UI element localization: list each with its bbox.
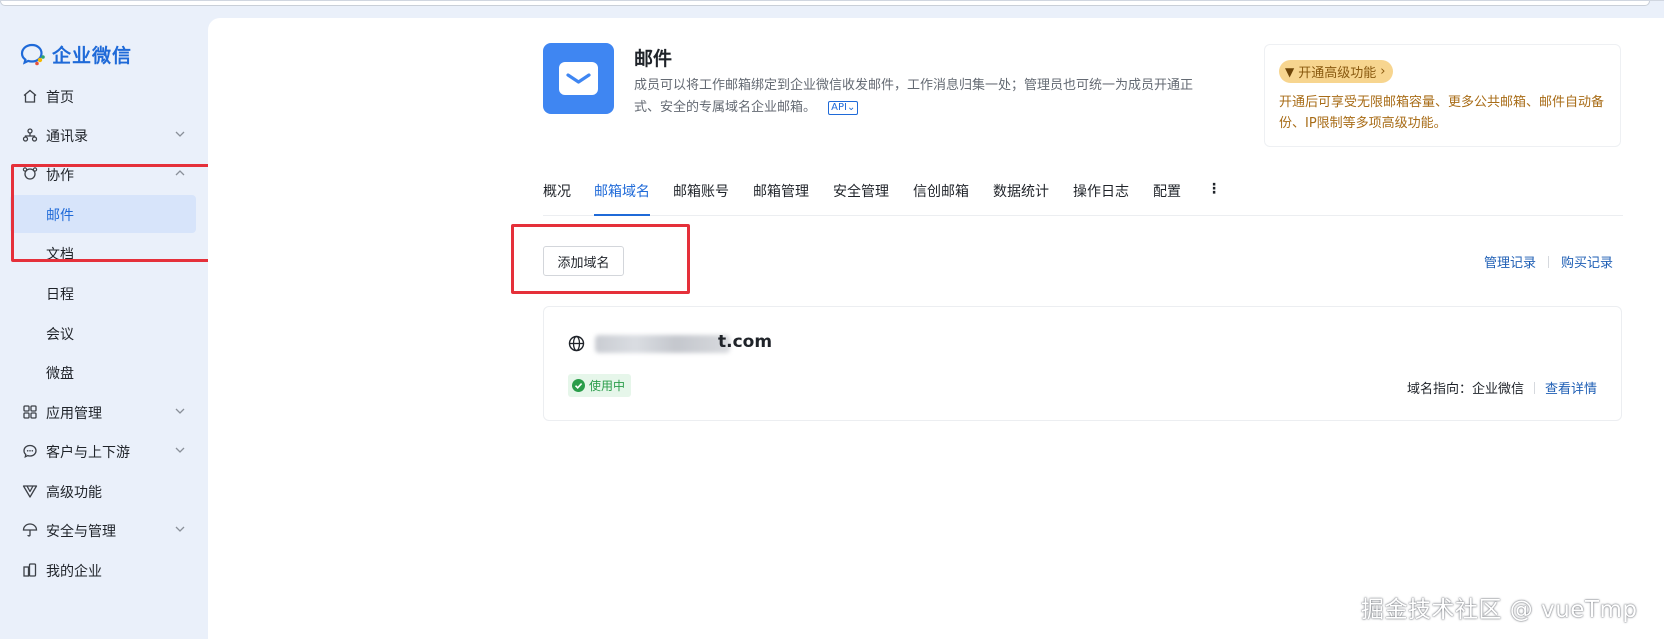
sidebar-item-label: 客户与上下游: [46, 445, 130, 461]
record-links: 管理记录 购买记录: [1484, 252, 1613, 271]
api-badge-label: API: [831, 102, 847, 113]
page-description: 成员可以将工作邮箱绑定到企业微信收发邮件，工作消息归集一处；管理员也可统一为成员…: [634, 75, 1234, 119]
tab-statistics[interactable]: 数据统计: [993, 181, 1049, 216]
mail-app-icon: [543, 43, 614, 114]
sidebar-item-label: 微盘: [46, 366, 74, 382]
sidebar-item-calendar[interactable]: 日程: [10, 274, 196, 312]
promo-card: ▼ 开通高级功能 › 开通后可享受无限邮箱容量、更多公共邮箱、邮件自动备份、IP…: [1264, 44, 1621, 147]
status-badge: 使用中: [568, 374, 632, 397]
domain-pointer: 域名指向：企业微信 查看详情: [1407, 378, 1597, 397]
description-line-1: 成员可以将工作邮箱绑定到企业微信收发邮件，工作消息归集一处；管理员也可统一为成员…: [634, 78, 1194, 93]
globe-icon: [568, 335, 585, 352]
highlight-box-add-domain: [511, 224, 690, 294]
wecom-logo-icon: [20, 43, 45, 66]
view-details-link[interactable]: 查看详情: [1545, 378, 1597, 397]
tab-config[interactable]: 配置: [1153, 181, 1181, 216]
sidebar-item-meeting[interactable]: 会议: [10, 314, 196, 352]
vip-icon: ▼: [1285, 64, 1295, 79]
building-icon: [23, 563, 37, 577]
domain-card: t.com 使用中 域名指向：企业微信 查看详情: [543, 306, 1622, 421]
chat-icon: [23, 444, 37, 458]
window-top-strip: [0, 0, 1664, 18]
pointer-label: 域名指向：企业微信: [1407, 378, 1524, 397]
api-badge[interactable]: API⌄: [828, 101, 859, 115]
vip-icon: [22, 485, 38, 498]
apps-icon: [23, 405, 37, 419]
umbrella-icon: [22, 523, 38, 537]
sidebar-item-label: 我的企业: [46, 564, 102, 580]
watermark: 掘金技术社区 @ vueTmp: [1361, 597, 1638, 623]
chevron-down-icon: [175, 526, 185, 532]
sidebar-item-label: 安全与管理: [46, 524, 116, 540]
description-line-2: 式、安全的专属域名企业邮箱。: [634, 100, 817, 115]
tab-mail-accounts[interactable]: 邮箱账号: [673, 181, 729, 216]
tab-xinchuang-mail[interactable]: 信创邮箱: [913, 181, 969, 216]
sidebar-item-label: 首页: [46, 90, 74, 106]
home-icon: [23, 89, 37, 103]
chevron-right-icon: ›: [1380, 64, 1386, 79]
sidebar-item-label: 会议: [46, 327, 74, 343]
page-title: 邮件: [634, 48, 673, 70]
chevron-down-icon: [175, 131, 185, 137]
sidebar-item-security[interactable]: 安全与管理: [10, 511, 196, 549]
contacts-icon: [22, 128, 38, 142]
app-logo[interactable]: 企业微信: [20, 40, 132, 68]
promo-text: 开通后可享受无限邮箱容量、更多公共邮箱、邮件自动备份、IP限制等多项高级功能。: [1279, 95, 1605, 131]
logo-text: 企业微信: [52, 44, 133, 67]
chevron-down-icon: [175, 447, 185, 453]
upgrade-button[interactable]: ▼ 开通高级功能 ›: [1279, 60, 1394, 83]
divider: [1533, 381, 1535, 394]
domain-name: t.com: [718, 332, 773, 352]
envelope-icon: [559, 62, 598, 95]
tab-mail-management[interactable]: 邮箱管理: [753, 181, 809, 216]
sidebar: 企业微信 首页 通讯录 协作 邮件 文档 日程 会议 微盘 应用管理 客户与上下…: [0, 18, 208, 639]
sidebar-item-contacts[interactable]: 通讯录: [10, 116, 196, 154]
upgrade-button-label: 开通高级功能: [1298, 66, 1377, 81]
tab-operation-log[interactable]: 操作日志: [1073, 181, 1129, 216]
sidebar-item-label: 高级功能: [46, 485, 102, 501]
sidebar-item-label: 日程: [46, 287, 74, 303]
tab-overview[interactable]: 概况: [543, 181, 571, 216]
purchase-records-link[interactable]: 购买记录: [1561, 252, 1613, 271]
sidebar-item-apps[interactable]: 应用管理: [10, 393, 196, 431]
check-circle-icon: [572, 379, 585, 392]
sidebar-item-label: 应用管理: [46, 406, 102, 422]
status-label: 使用中: [589, 379, 626, 393]
sidebar-item-home[interactable]: 首页: [10, 77, 196, 115]
tab-bar: 概况 邮箱域名 邮箱账号 邮箱管理 安全管理 信创邮箱 数据统计 操作日志 配置…: [543, 176, 1623, 216]
sidebar-item-label: 通讯录: [46, 129, 88, 145]
sidebar-item-my-company[interactable]: 我的企业: [10, 551, 196, 589]
pointer-label-text: 域名指向：: [1406, 382, 1472, 397]
divider: [1548, 255, 1550, 268]
sidebar-item-customers[interactable]: 客户与上下游: [10, 432, 196, 470]
manage-records-link[interactable]: 管理记录: [1484, 252, 1536, 271]
pointer-value: 企业微信: [1471, 382, 1524, 397]
more-tabs-icon[interactable]: ⋮: [1207, 181, 1221, 216]
tab-mail-domain[interactable]: 邮箱域名: [594, 181, 650, 216]
sidebar-item-advanced[interactable]: 高级功能: [10, 472, 196, 510]
sidebar-item-drive[interactable]: 微盘: [10, 353, 196, 391]
chevron-down-icon: [175, 408, 185, 414]
tab-security-management[interactable]: 安全管理: [833, 181, 889, 216]
redacted-domain: [595, 335, 730, 353]
